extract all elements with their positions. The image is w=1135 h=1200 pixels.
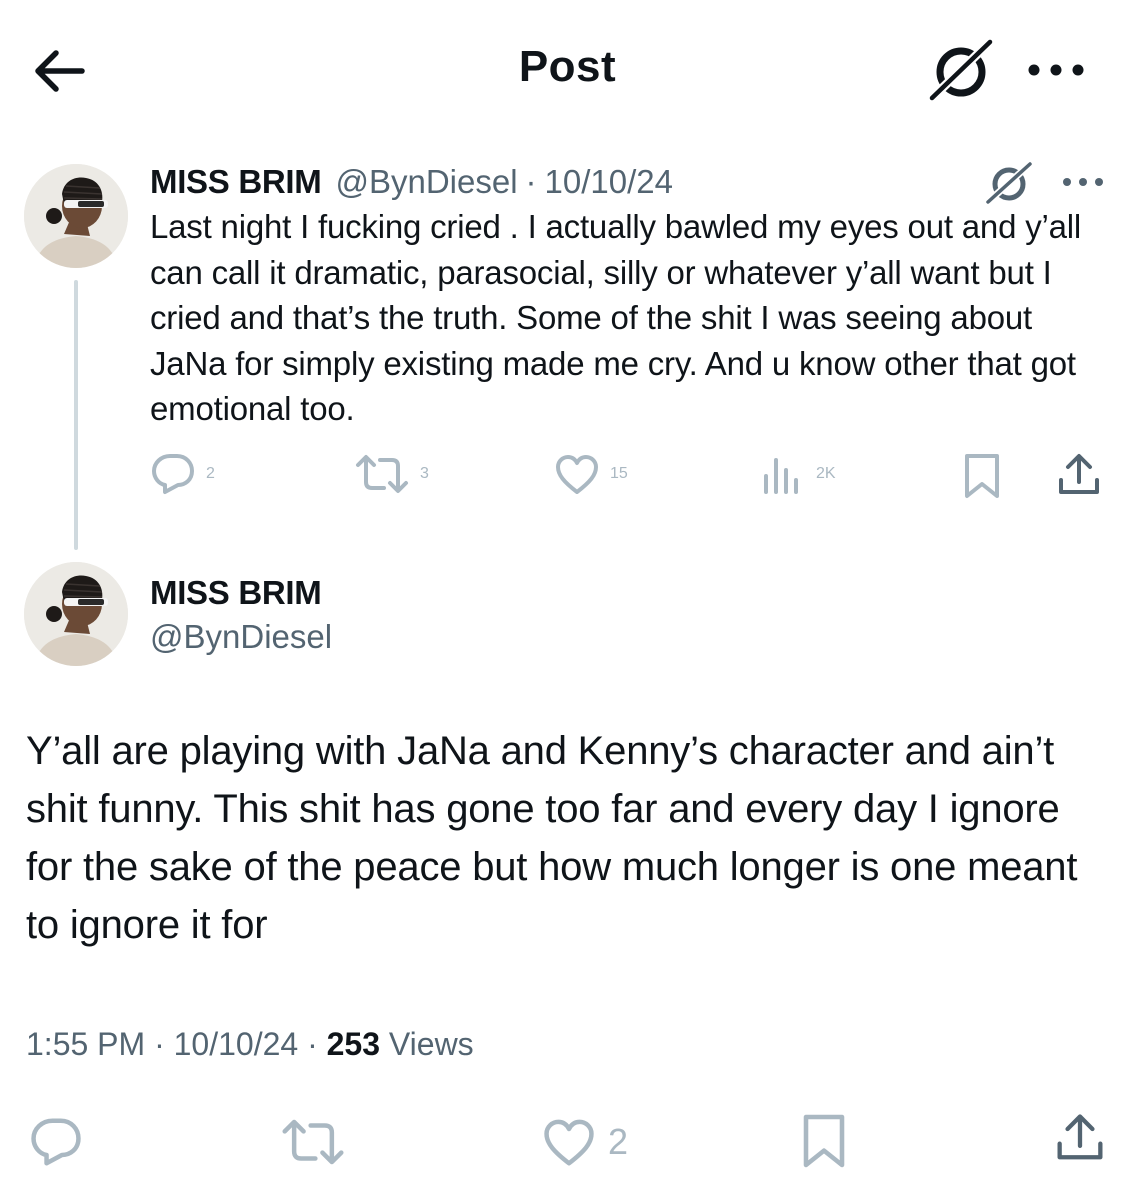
bookmark-button[interactable] [962,452,1002,500]
more-options-button[interactable] [1024,56,1088,84]
more-horizontal-icon [1028,64,1084,76]
parent-more-button[interactable] [1060,170,1106,194]
reply-count: 2 [206,465,215,482]
grok-button[interactable] [926,36,996,106]
repost-icon [282,1119,344,1165]
like-button[interactable]: 15 [554,452,628,496]
views-count[interactable]: 253 [327,1026,380,1062]
author-name[interactable]: MISS BRIM [150,163,322,201]
separator-dot: · [307,1026,318,1062]
post-meta: 1:55 PM · 10/10/24 · 253 Views [26,1026,474,1063]
post-date[interactable]: 10/10/24 [545,163,673,201]
repost-icon [356,455,408,493]
like-count: 2 [608,1121,629,1162]
reply-icon [31,1118,81,1166]
post-time: 1:55 PM [26,1026,146,1062]
share-icon [1057,1114,1103,1160]
views-label[interactable]: Views [389,1026,474,1062]
reply-icon [152,454,194,494]
separator-dot: · [154,1026,165,1062]
views-count: 2K [816,465,836,482]
analytics-icon [764,458,798,494]
like-count: 15 [610,465,628,482]
repost-count: 3 [420,465,429,482]
bookmark-icon [965,454,999,498]
share-button[interactable] [1054,1112,1106,1164]
parent-post-text: Last night I fucking cried . I actually … [150,208,1082,427]
heart-icon [556,455,598,494]
views-button[interactable]: 2K [760,452,836,496]
author-handle[interactable]: @BynDiesel [335,163,517,201]
share-icon [1059,454,1099,494]
reply-button[interactable] [28,1116,84,1168]
heart-icon [544,1119,594,1166]
repost-button[interactable]: 3 [354,452,429,496]
reply-button[interactable]: 2 [150,452,215,496]
share-button[interactable] [1056,452,1102,498]
main-post-text: Y’all are playing with JaNa and Kenny’s … [26,729,1078,947]
grok-icon [927,37,995,103]
bookmark-icon [803,1114,845,1168]
parent-post-header: MISS BRIM @BynDiesel · 10/10/24 [150,160,673,204]
separator-dot: · [525,163,537,200]
author-handle[interactable]: @BynDiesel [150,618,332,656]
repost-button[interactable] [280,1116,346,1168]
post-date: 10/10/24 [173,1026,299,1062]
bookmark-button[interactable] [800,1112,848,1170]
parent-grok-button[interactable] [984,160,1034,206]
avatar[interactable] [24,164,128,268]
author-name[interactable]: MISS BRIM [150,574,322,612]
thread-line [74,280,78,550]
avatar[interactable] [24,562,128,666]
more-horizontal-icon [1063,178,1103,186]
like-button[interactable]: 2 [540,1116,628,1168]
grok-icon [984,160,1034,206]
top-bar: Post [0,0,1135,140]
